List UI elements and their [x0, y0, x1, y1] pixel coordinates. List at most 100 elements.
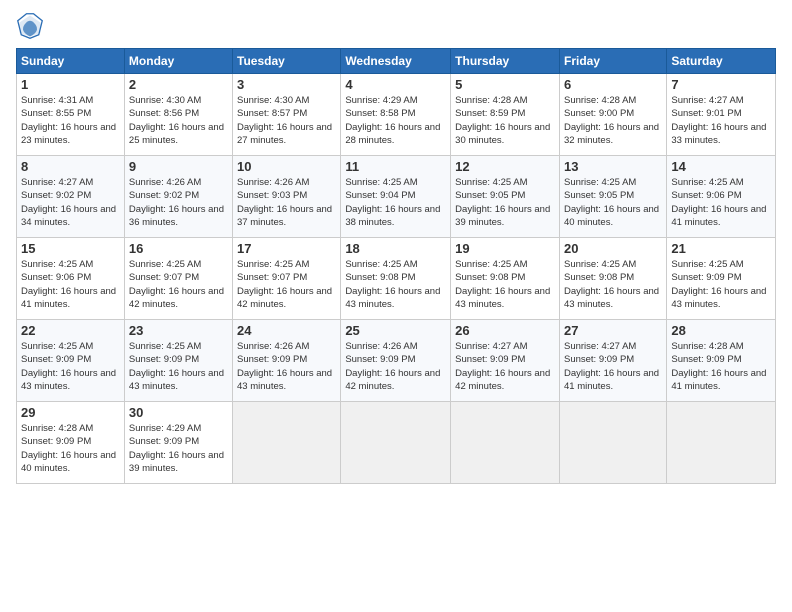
calendar-cell: 29 Sunrise: 4:28 AM Sunset: 9:09 PM Dayl… — [17, 402, 125, 484]
calendar-cell — [341, 402, 451, 484]
page-header — [16, 12, 776, 40]
calendar-cell: 24 Sunrise: 4:26 AM Sunset: 9:09 PM Dayl… — [233, 320, 341, 402]
day-info: Sunrise: 4:25 AM Sunset: 9:08 PM Dayligh… — [564, 258, 662, 311]
day-number: 21 — [671, 241, 771, 256]
calendar-cell — [233, 402, 341, 484]
day-number: 9 — [129, 159, 228, 174]
day-number: 13 — [564, 159, 662, 174]
calendar-cell: 18 Sunrise: 4:25 AM Sunset: 9:08 PM Dayl… — [341, 238, 451, 320]
day-number: 10 — [237, 159, 336, 174]
calendar-cell: 17 Sunrise: 4:25 AM Sunset: 9:07 PM Dayl… — [233, 238, 341, 320]
calendar-cell: 8 Sunrise: 4:27 AM Sunset: 9:02 PM Dayli… — [17, 156, 125, 238]
calendar-cell: 9 Sunrise: 4:26 AM Sunset: 9:02 PM Dayli… — [124, 156, 232, 238]
day-info: Sunrise: 4:25 AM Sunset: 9:04 PM Dayligh… — [345, 176, 446, 229]
day-info: Sunrise: 4:28 AM Sunset: 9:09 PM Dayligh… — [21, 422, 120, 475]
calendar-cell — [559, 402, 666, 484]
day-number: 15 — [21, 241, 120, 256]
day-info: Sunrise: 4:29 AM Sunset: 8:58 PM Dayligh… — [345, 94, 446, 147]
day-info: Sunrise: 4:25 AM Sunset: 9:06 PM Dayligh… — [21, 258, 120, 311]
day-number: 8 — [21, 159, 120, 174]
day-info: Sunrise: 4:25 AM Sunset: 9:06 PM Dayligh… — [671, 176, 771, 229]
day-number: 7 — [671, 77, 771, 92]
day-number: 12 — [455, 159, 555, 174]
day-info: Sunrise: 4:30 AM Sunset: 8:57 PM Dayligh… — [237, 94, 336, 147]
calendar-cell: 12 Sunrise: 4:25 AM Sunset: 9:05 PM Dayl… — [451, 156, 560, 238]
day-number: 16 — [129, 241, 228, 256]
calendar-cell: 15 Sunrise: 4:25 AM Sunset: 9:06 PM Dayl… — [17, 238, 125, 320]
day-info: Sunrise: 4:31 AM Sunset: 8:55 PM Dayligh… — [21, 94, 120, 147]
calendar-cell: 27 Sunrise: 4:27 AM Sunset: 9:09 PM Dayl… — [559, 320, 666, 402]
day-info: Sunrise: 4:29 AM Sunset: 9:09 PM Dayligh… — [129, 422, 228, 475]
calendar-cell: 25 Sunrise: 4:26 AM Sunset: 9:09 PM Dayl… — [341, 320, 451, 402]
calendar-cell: 16 Sunrise: 4:25 AM Sunset: 9:07 PM Dayl… — [124, 238, 232, 320]
day-info: Sunrise: 4:25 AM Sunset: 9:07 PM Dayligh… — [237, 258, 336, 311]
day-number: 26 — [455, 323, 555, 338]
day-info: Sunrise: 4:27 AM Sunset: 9:01 PM Dayligh… — [671, 94, 771, 147]
calendar-cell: 4 Sunrise: 4:29 AM Sunset: 8:58 PM Dayli… — [341, 74, 451, 156]
day-info: Sunrise: 4:27 AM Sunset: 9:09 PM Dayligh… — [455, 340, 555, 393]
calendar-cell: 19 Sunrise: 4:25 AM Sunset: 9:08 PM Dayl… — [451, 238, 560, 320]
day-info: Sunrise: 4:25 AM Sunset: 9:08 PM Dayligh… — [455, 258, 555, 311]
day-header: Monday — [124, 49, 232, 74]
calendar-cell: 26 Sunrise: 4:27 AM Sunset: 9:09 PM Dayl… — [451, 320, 560, 402]
calendar-cell: 21 Sunrise: 4:25 AM Sunset: 9:09 PM Dayl… — [667, 238, 776, 320]
calendar-cell: 5 Sunrise: 4:28 AM Sunset: 8:59 PM Dayli… — [451, 74, 560, 156]
day-number: 6 — [564, 77, 662, 92]
calendar-cell: 10 Sunrise: 4:26 AM Sunset: 9:03 PM Dayl… — [233, 156, 341, 238]
day-info: Sunrise: 4:25 AM Sunset: 9:08 PM Dayligh… — [345, 258, 446, 311]
day-info: Sunrise: 4:25 AM Sunset: 9:05 PM Dayligh… — [455, 176, 555, 229]
day-info: Sunrise: 4:25 AM Sunset: 9:09 PM Dayligh… — [671, 258, 771, 311]
day-number: 25 — [345, 323, 446, 338]
day-number: 29 — [21, 405, 120, 420]
calendar-cell: 30 Sunrise: 4:29 AM Sunset: 9:09 PM Dayl… — [124, 402, 232, 484]
day-header: Friday — [559, 49, 666, 74]
logo-icon — [16, 12, 44, 40]
day-number: 24 — [237, 323, 336, 338]
day-number: 3 — [237, 77, 336, 92]
calendar-cell: 6 Sunrise: 4:28 AM Sunset: 9:00 PM Dayli… — [559, 74, 666, 156]
day-info: Sunrise: 4:26 AM Sunset: 9:09 PM Dayligh… — [237, 340, 336, 393]
day-info: Sunrise: 4:30 AM Sunset: 8:56 PM Dayligh… — [129, 94, 228, 147]
calendar-cell: 20 Sunrise: 4:25 AM Sunset: 9:08 PM Dayl… — [559, 238, 666, 320]
day-number: 30 — [129, 405, 228, 420]
day-info: Sunrise: 4:28 AM Sunset: 9:09 PM Dayligh… — [671, 340, 771, 393]
calendar-cell: 7 Sunrise: 4:27 AM Sunset: 9:01 PM Dayli… — [667, 74, 776, 156]
day-number: 4 — [345, 77, 446, 92]
day-info: Sunrise: 4:25 AM Sunset: 9:09 PM Dayligh… — [21, 340, 120, 393]
calendar-cell: 11 Sunrise: 4:25 AM Sunset: 9:04 PM Dayl… — [341, 156, 451, 238]
calendar-cell: 28 Sunrise: 4:28 AM Sunset: 9:09 PM Dayl… — [667, 320, 776, 402]
calendar-cell: 3 Sunrise: 4:30 AM Sunset: 8:57 PM Dayli… — [233, 74, 341, 156]
day-info: Sunrise: 4:25 AM Sunset: 9:09 PM Dayligh… — [129, 340, 228, 393]
day-number: 18 — [345, 241, 446, 256]
day-number: 5 — [455, 77, 555, 92]
calendar-cell: 2 Sunrise: 4:30 AM Sunset: 8:56 PM Dayli… — [124, 74, 232, 156]
day-info: Sunrise: 4:25 AM Sunset: 9:05 PM Dayligh… — [564, 176, 662, 229]
day-number: 11 — [345, 159, 446, 174]
day-number: 23 — [129, 323, 228, 338]
day-number: 17 — [237, 241, 336, 256]
calendar-cell: 13 Sunrise: 4:25 AM Sunset: 9:05 PM Dayl… — [559, 156, 666, 238]
day-info: Sunrise: 4:28 AM Sunset: 9:00 PM Dayligh… — [564, 94, 662, 147]
day-number: 27 — [564, 323, 662, 338]
calendar-table: SundayMondayTuesdayWednesdayThursdayFrid… — [16, 48, 776, 484]
calendar-cell: 23 Sunrise: 4:25 AM Sunset: 9:09 PM Dayl… — [124, 320, 232, 402]
day-info: Sunrise: 4:26 AM Sunset: 9:03 PM Dayligh… — [237, 176, 336, 229]
day-info: Sunrise: 4:27 AM Sunset: 9:02 PM Dayligh… — [21, 176, 120, 229]
calendar-cell — [451, 402, 560, 484]
calendar-cell — [667, 402, 776, 484]
day-number: 14 — [671, 159, 771, 174]
calendar-cell: 1 Sunrise: 4:31 AM Sunset: 8:55 PM Dayli… — [17, 74, 125, 156]
calendar-cell: 22 Sunrise: 4:25 AM Sunset: 9:09 PM Dayl… — [17, 320, 125, 402]
day-number: 1 — [21, 77, 120, 92]
day-number: 20 — [564, 241, 662, 256]
day-info: Sunrise: 4:25 AM Sunset: 9:07 PM Dayligh… — [129, 258, 228, 311]
day-header: Thursday — [451, 49, 560, 74]
day-number: 22 — [21, 323, 120, 338]
day-header: Sunday — [17, 49, 125, 74]
day-header: Tuesday — [233, 49, 341, 74]
day-number: 19 — [455, 241, 555, 256]
logo — [16, 12, 48, 40]
day-info: Sunrise: 4:26 AM Sunset: 9:02 PM Dayligh… — [129, 176, 228, 229]
day-header: Wednesday — [341, 49, 451, 74]
day-number: 28 — [671, 323, 771, 338]
